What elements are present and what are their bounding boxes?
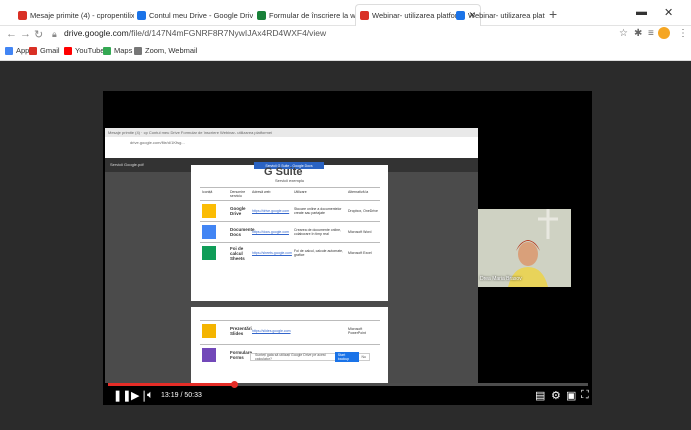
new-tab-button[interactable]: + <box>549 6 557 22</box>
back-icon[interactable]: ← <box>6 28 17 40</box>
tab-favicon-icon <box>360 11 369 20</box>
table-row: Documente Docs https://docs.google.com Cre… <box>200 221 380 242</box>
table-row: Prezentări Slides https://slides.google.c… <box>200 320 380 341</box>
app-icon <box>202 246 216 260</box>
url-domain: drive.google.com <box>64 28 129 38</box>
subtitles-icon[interactable]: ▤ <box>535 389 545 402</box>
service-alternative: Microsoft Excel <box>348 251 372 255</box>
service-link[interactable]: https://sheets.google.com <box>250 249 292 257</box>
participant-name: Drea Maria Brasov <box>480 276 522 282</box>
prompt-text: Sunteți gata să utilizați Google Drive p… <box>255 353 326 361</box>
volume-icon[interactable]: 🔈︎ <box>147 389 154 402</box>
browser-tab[interactable]: Webinar- utilizarea platformei G✕ <box>452 4 545 26</box>
app-icon <box>202 348 216 362</box>
table-header: Iconiță Denumire serviciu Adresă web Uti… <box>200 187 380 200</box>
app-icon <box>202 204 216 218</box>
browser-tab[interactable]: Contul meu Drive - Google Drive✕ <box>133 4 253 26</box>
inner-url: drive.google.com/file/d/1Kfsg... <box>130 140 185 145</box>
extension-icon[interactable]: ✱ <box>634 28 642 39</box>
close-window-icon[interactable]: ✕ <box>664 6 673 19</box>
progress-played <box>108 383 235 386</box>
bookmark-label: Zoom, Webmail <box>145 46 198 55</box>
miniplayer-icon[interactable]: ▣ <box>566 389 576 402</box>
url-path: /file/d/147N4mFGNRF8R7NywIJAx4RD4WXF4/vi… <box>128 28 327 38</box>
bookmark-icon <box>64 46 72 55</box>
bookmark-label: Gmail <box>40 46 60 55</box>
lock-icon: 🔒︎ <box>52 29 57 39</box>
time-display: 13:19 / 50:33 <box>161 392 202 399</box>
service-use: Foi de calcul, calcule automate, grafice <box>294 249 344 257</box>
more-menu-icon[interactable]: ⋮ <box>678 28 688 39</box>
bookmark-label: YouTube <box>75 46 105 55</box>
tab-label: Mesaje primite (4) - cpropentilix <box>30 10 134 20</box>
service-link[interactable]: https://slides.google.com <box>250 327 292 335</box>
service-name: Google Drive <box>230 206 246 216</box>
pause-icon[interactable]: ❚❚ <box>113 389 131 402</box>
dismiss-button[interactable]: Nu <box>359 355 369 359</box>
header-cell: Utilizare <box>294 190 307 194</box>
service-alternative: Microsoft PowerPoint <box>348 327 366 335</box>
forward-icon[interactable]: → <box>20 28 31 40</box>
service-name: Documente Docs <box>230 227 255 237</box>
reload-icon[interactable]: ↻ <box>34 28 43 41</box>
service-use: Stocare online a documentelor create sau… <box>294 207 342 215</box>
start-backup-button[interactable]: Start backup <box>334 352 359 362</box>
service-link[interactable]: https://docs.google.com <box>250 228 292 236</box>
bookmark-icon <box>103 46 111 55</box>
bookmark-item[interactable]: Maps <box>103 46 132 55</box>
bookmark-icon <box>5 46 13 55</box>
bookmark-star-icon[interactable]: ☆ <box>619 28 628 39</box>
tab-label: Webinar- utilizarea platform <box>372 11 464 20</box>
bookmark-item[interactable]: Zoom, Webmail <box>134 46 197 55</box>
service-alternative: Microsoft Word <box>348 230 372 234</box>
inner-file-name: Servicii Google.pdf <box>110 162 144 167</box>
fullscreen-icon[interactable]: ⛶ <box>581 389 589 402</box>
tab-label: Webinar- utilizarea platformei G <box>468 10 545 20</box>
service-name: Prezentări Slides <box>230 326 252 336</box>
header-cell: Denumire serviciu <box>230 190 246 198</box>
app-icon <box>202 324 216 338</box>
menu-list-icon[interactable]: ≡ <box>648 28 654 39</box>
bookmark-item[interactable]: YouTube <box>64 46 104 55</box>
header-cell: Iconiță <box>202 190 213 194</box>
tab-favicon-icon <box>137 10 146 20</box>
table-row: Foi de calcul Sheets https://sheets.googl… <box>200 242 380 263</box>
service-alternative: Dropbox, OneDrive <box>348 209 378 213</box>
service-name: Formulare Forms <box>230 350 253 360</box>
minimize-icon[interactable]: ▬ <box>636 6 647 18</box>
bookmark-icon <box>134 46 142 55</box>
service-use: Crearea de documente online, colaborare … <box>294 228 342 236</box>
service-name: Foi de calcul Sheets <box>230 245 245 261</box>
app-icon <box>202 225 216 239</box>
drive-backup-prompt: Sunteți gata să utilizați Google Drive p… <box>250 352 370 362</box>
service-link[interactable]: https://drive.google.com <box>250 207 292 215</box>
settings-gear-icon[interactable]: ⚙ <box>551 389 561 402</box>
gsuite-subtitle: Servicii exemplu <box>275 178 305 183</box>
bookmark-item[interactable]: Gmail <box>29 46 60 55</box>
tab-favicon-icon <box>257 10 266 20</box>
tab-label: Contul meu Drive - Google Drive <box>149 10 253 20</box>
bookmark-label: Maps <box>114 46 133 55</box>
tab-favicon-icon <box>456 10 465 20</box>
tab-favicon-icon <box>18 10 27 20</box>
profile-avatar[interactable] <box>658 27 670 39</box>
bookmark-icon <box>29 46 37 55</box>
header-cell: Alternativă la <box>348 190 369 194</box>
table-row: Google Drive https://drive.google.com Stoc… <box>200 200 380 221</box>
browser-tab[interactable]: Mesaje primite (4) - cpropentilix✕ <box>14 4 134 26</box>
header-cell: Adresă web <box>252 190 271 194</box>
inner-tabs-text: Mesaje primite (4) · cp Contul meu Drive… <box>108 130 272 135</box>
url-field[interactable]: drive.google.com/file/d/147N4mFGNRF8R7Ny… <box>64 28 326 38</box>
services-table: Iconiță Denumire serviciu Adresă web Uti… <box>200 187 380 263</box>
gsuite-title: G Suite <box>264 166 303 178</box>
